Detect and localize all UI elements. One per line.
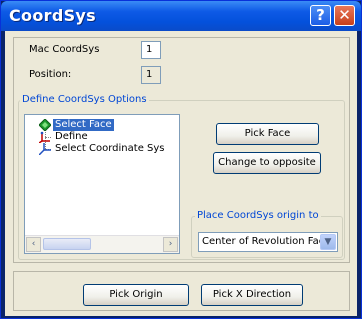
coordsys-dialog: CoordSys ? ✕ Mac CoordSys 1 Position: 1 … — [0, 0, 362, 319]
pick-origin-button[interactable]: Pick Origin — [83, 284, 189, 306]
scroll-thumb[interactable] — [43, 238, 91, 250]
origin-group-label: Place CoordSys origin to — [195, 210, 321, 221]
options-tree[interactable]: Select Face Define Select Coordinate Sys — [24, 114, 180, 254]
change-to-opposite-button[interactable]: Change to opposite — [213, 152, 321, 174]
tree-horizontal-scrollbar[interactable]: ‹ › — [25, 235, 179, 253]
pick-face-button[interactable]: Pick Face — [216, 123, 319, 145]
title-bar[interactable]: CoordSys ? ✕ — [1, 1, 361, 31]
mac-coordsys-field[interactable]: 1 — [141, 41, 161, 59]
green-face-icon — [39, 119, 51, 131]
mac-coordsys-label: Mac CoordSys — [29, 44, 100, 55]
help-button[interactable]: ? — [310, 5, 331, 26]
tree-item-select-face[interactable]: Select Face — [25, 119, 179, 131]
position-field: 1 — [141, 66, 161, 84]
coordinate-system-icon — [39, 143, 51, 155]
scroll-left-button[interactable]: ‹ — [26, 237, 41, 252]
tree-item-select-coordinate-sys[interactable]: Select Coordinate Sys — [25, 143, 179, 155]
scroll-right-button[interactable]: › — [163, 237, 178, 252]
tree-item-label: Select Face — [53, 119, 114, 131]
dialog-body: Mac CoordSys 1 Position: 1 Define CoordS… — [5, 31, 357, 316]
close-button[interactable]: ✕ — [334, 5, 355, 26]
define-options-label: Define CoordSys Options — [20, 94, 149, 105]
chevron-down-icon[interactable]: ▼ — [320, 234, 336, 250]
tree-item-label: Define — [55, 131, 88, 142]
axes-icon — [39, 131, 50, 143]
pick-x-direction-button[interactable]: Pick X Direction — [201, 284, 303, 306]
position-label: Position: — [29, 69, 72, 80]
tree-item-label: Select Coordinate Sys — [55, 143, 165, 154]
origin-select[interactable]: Center of Revolution Face ▼ — [198, 232, 338, 252]
tree-item-define[interactable]: Define — [25, 131, 179, 143]
origin-select-value: Center of Revolution Face — [202, 236, 320, 247]
window-title: CoordSys — [9, 6, 96, 25]
